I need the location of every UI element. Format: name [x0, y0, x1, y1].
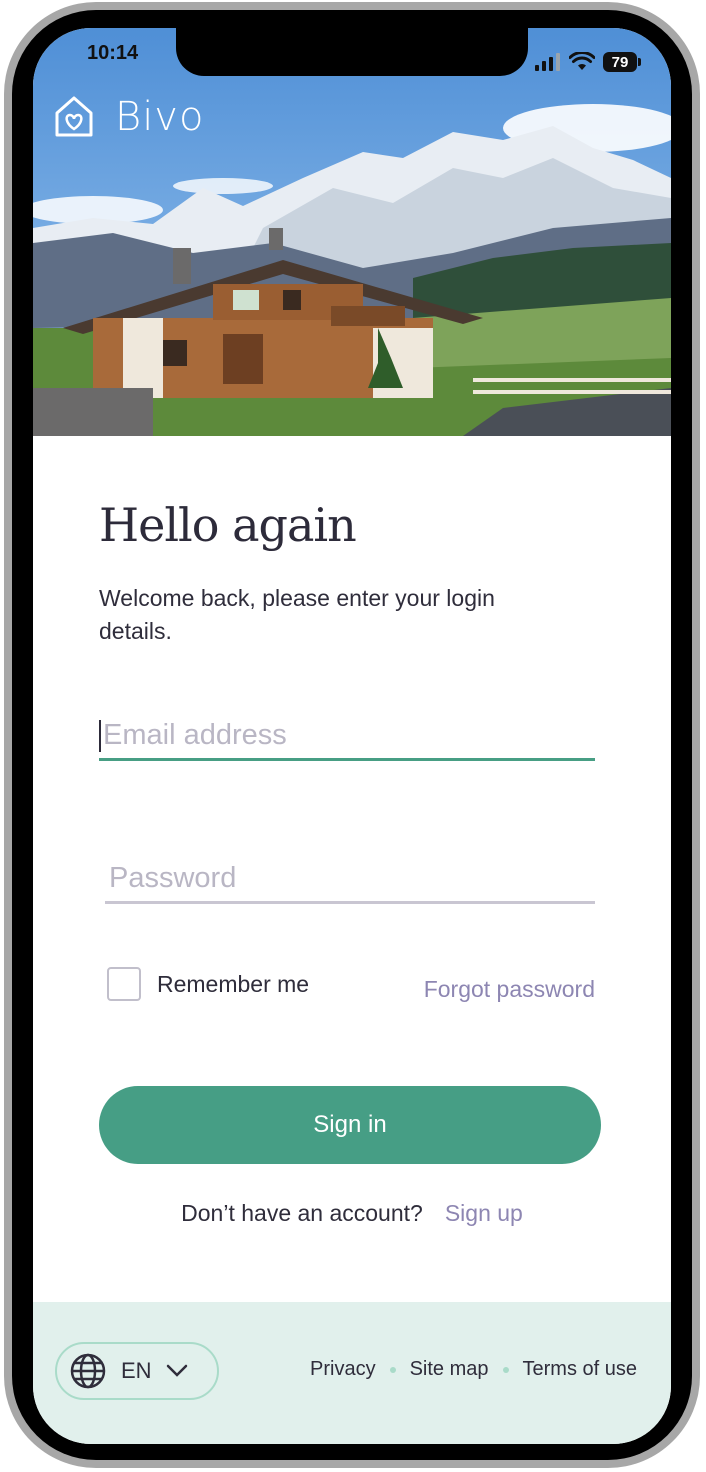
sign-up-link[interactable]: Sign up	[445, 1200, 523, 1226]
battery-level: 79	[611, 53, 629, 71]
separator-dot	[389, 1366, 396, 1373]
page-title: Hello again	[99, 498, 357, 552]
password-field[interactable]	[105, 862, 599, 904]
separator-dot	[502, 1366, 509, 1373]
globe-icon	[70, 1353, 106, 1389]
hero-image: Bivo	[33, 28, 671, 436]
forgot-password-link[interactable]: Forgot password	[424, 976, 595, 1003]
signup-prompt: Don’t have an account? Sign up	[33, 1200, 671, 1227]
chalet-mountain-illustration	[33, 28, 671, 436]
privacy-link[interactable]: Privacy	[310, 1358, 376, 1381]
remember-label: Remember me	[157, 970, 310, 997]
footer-links: Privacy Site map Terms of use	[310, 1358, 637, 1381]
email-field[interactable]	[99, 719, 599, 761]
text-caret	[99, 720, 101, 752]
email-input[interactable]	[99, 719, 599, 758]
chevron-down-icon	[166, 1364, 187, 1377]
footer: EN Privacy Site map Terms of use	[33, 1302, 671, 1444]
notch	[176, 28, 528, 76]
house-heart-icon	[55, 96, 93, 137]
terms-of-use-link[interactable]: Terms of use	[523, 1358, 637, 1381]
remember-me[interactable]: Remember me	[107, 967, 309, 1001]
wifi-icon	[569, 52, 595, 70]
page-subtitle: Welcome back, please enter your login de…	[99, 585, 495, 644]
status-time: 10:14	[87, 42, 139, 64]
language-code: EN	[121, 1358, 152, 1383]
brand-name: Bivo	[115, 94, 205, 140]
language-selector[interactable]: EN	[55, 1342, 219, 1400]
battery-icon: 79	[603, 52, 641, 72]
brand-logo[interactable]: Bivo	[53, 94, 204, 140]
no-account-text: Don’t have an account?	[181, 1200, 423, 1226]
remember-checkbox[interactable]	[107, 967, 141, 1001]
sign-in-button[interactable]: Sign in	[99, 1086, 601, 1164]
login-form: Hello again Welcome back, please enter y…	[33, 436, 671, 1302]
status-icons: 79	[535, 52, 641, 72]
site-map-link[interactable]: Site map	[410, 1358, 489, 1381]
phone-screen: 10:14 79 Bivo Hello again Welcome back, …	[33, 28, 671, 1444]
password-input[interactable]	[105, 862, 599, 901]
signal-icon	[535, 53, 560, 71]
